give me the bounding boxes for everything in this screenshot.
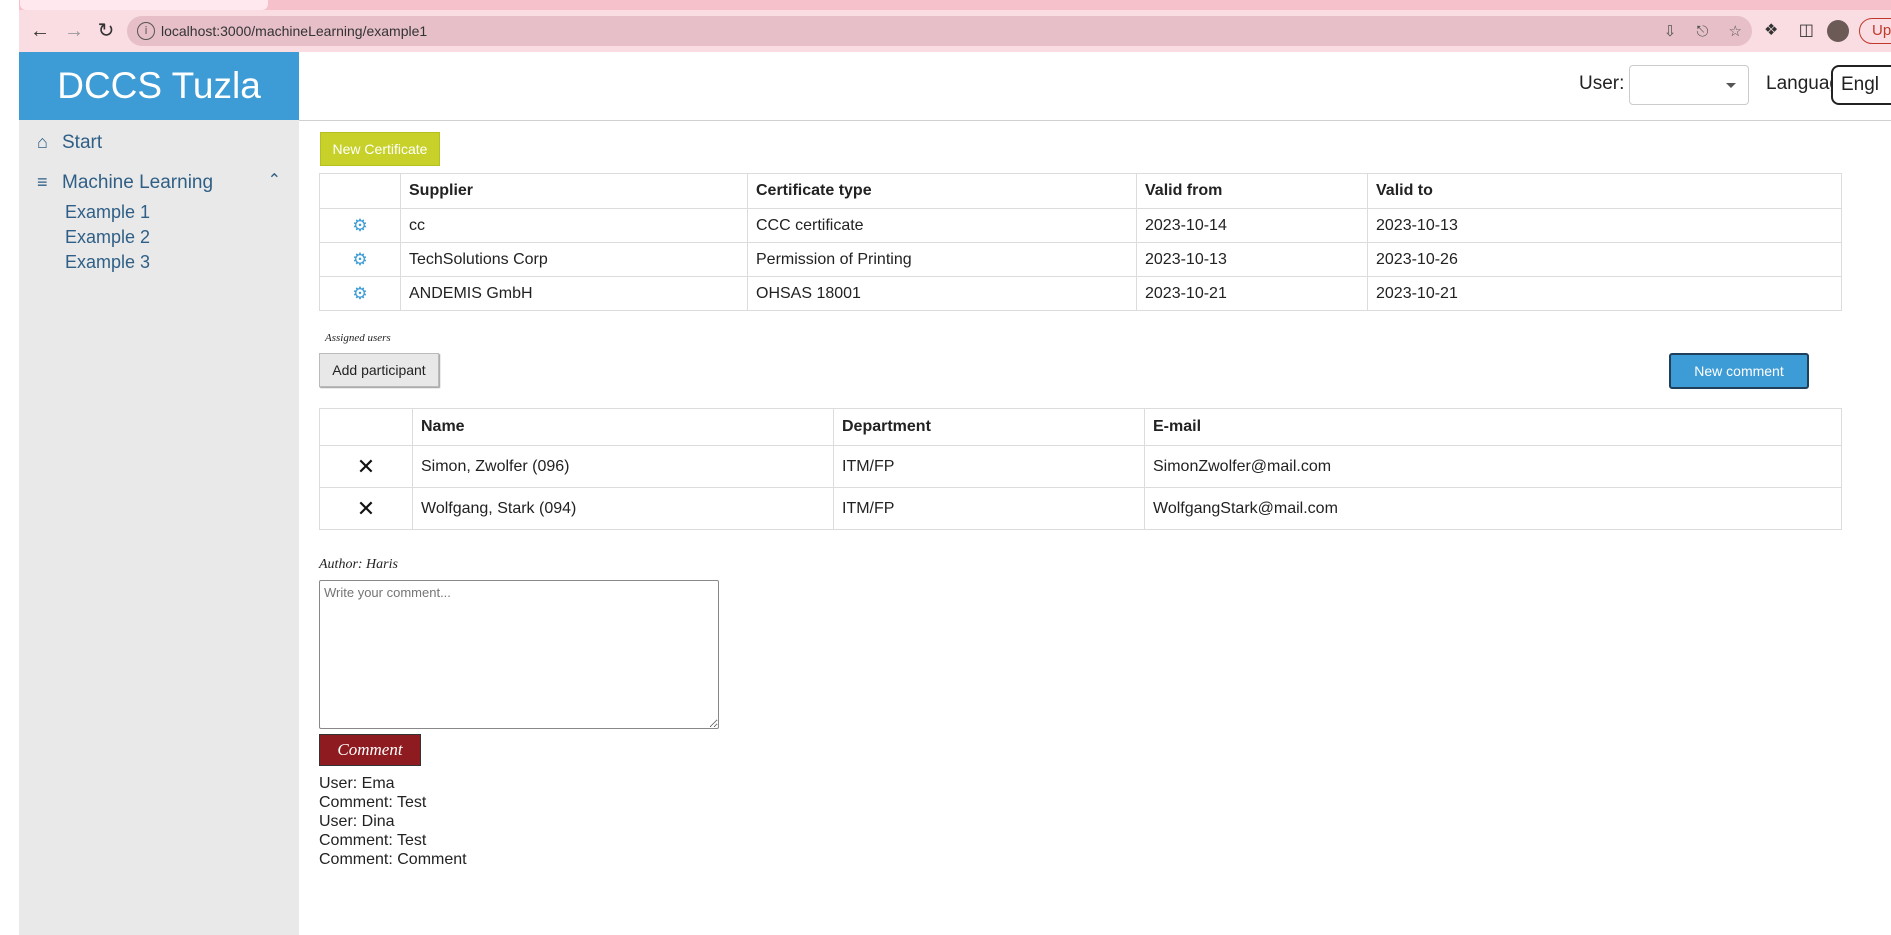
sidebar-item-example-2[interactable]: Example 2 bbox=[19, 225, 299, 250]
column-header: Valid from bbox=[1136, 173, 1368, 209]
assigned-users-label: Assigned users bbox=[325, 332, 391, 344]
valid-to-cell: 2023-10-13 bbox=[1367, 208, 1842, 243]
url-text[interactable]: localhost:3000/machineLearning/example1 bbox=[161, 23, 427, 39]
browser-tabstrip bbox=[0, 0, 1891, 10]
certificate-type-cell: CCC certificate bbox=[747, 208, 1137, 243]
comments-list: User: Ema Comment: Test User: Dina Comme… bbox=[319, 774, 467, 869]
valid-from-cell: 2023-10-21 bbox=[1136, 276, 1368, 311]
valid-to-cell: 2023-10-21 bbox=[1367, 276, 1842, 311]
actions-header bbox=[319, 408, 413, 446]
sidebar-item-label: Start bbox=[62, 132, 103, 153]
table-header-row: Name Department E-mail bbox=[319, 408, 1842, 446]
share-icon[interactable]: ⎋ bbox=[1697, 23, 1709, 40]
info-icon[interactable]: i bbox=[137, 22, 155, 40]
remove-x-icon[interactable]: ✕ bbox=[328, 454, 404, 480]
table-header-row: Supplier Certificate type Valid from Val… bbox=[319, 173, 1842, 209]
comment-textarea[interactable] bbox=[319, 580, 719, 729]
column-header: Supplier bbox=[400, 173, 748, 209]
gear-icon[interactable]: ⚙ bbox=[328, 284, 392, 304]
update-button[interactable]: Updat bbox=[1859, 18, 1891, 44]
sidebar-item-start[interactable]: ⌂ Start bbox=[19, 126, 299, 160]
table-row: ✕ Wolfgang, Stark (094) ITM/FP WolfgangS… bbox=[319, 487, 1842, 530]
email-cell: WolfgangStark@mail.com bbox=[1144, 487, 1842, 530]
user-label: User: bbox=[1579, 73, 1625, 94]
department-cell: ITM/FP bbox=[833, 445, 1145, 488]
comment-line: Comment: Test bbox=[319, 832, 427, 849]
new-certificate-button[interactable]: New Certificate bbox=[320, 132, 440, 166]
participants-table: Name Department E-mail ✕ Simon, Zwolfer … bbox=[319, 408, 1842, 530]
chevron-up-icon[interactable]: ⌃ bbox=[268, 170, 281, 190]
comment-line: Comment: Comment bbox=[319, 851, 467, 868]
column-header: Certificate type bbox=[747, 173, 1137, 209]
sidebar: DCCS Tuzla ⌂ Start ≡ Machine Learning ⌃ … bbox=[19, 52, 299, 935]
sidebar-item-example-3[interactable]: Example 3 bbox=[19, 250, 299, 275]
comment-line: User: Ema bbox=[319, 775, 395, 792]
add-participant-button[interactable]: Add participant bbox=[319, 353, 439, 387]
address-bar[interactable]: i localhost:3000/machineLearning/example… bbox=[127, 16, 1752, 46]
email-cell: SimonZwolfer@mail.com bbox=[1144, 445, 1842, 488]
supplier-cell: cc bbox=[400, 208, 748, 243]
gear-icon[interactable]: ⚙ bbox=[328, 216, 392, 236]
supplier-cell: ANDEMIS GmbH bbox=[400, 276, 748, 311]
bookmark-star-icon[interactable]: ☆ bbox=[1729, 23, 1742, 40]
valid-to-cell: 2023-10-26 bbox=[1367, 242, 1842, 277]
table-row: ✕ Simon, Zwolfer (096) ITM/FP SimonZwolf… bbox=[319, 445, 1842, 488]
install-icon[interactable]: ⇩ bbox=[1664, 23, 1677, 40]
remove-x-icon[interactable]: ✕ bbox=[328, 496, 404, 522]
table-row[interactable]: ⚙ ANDEMIS GmbH OHSAS 18001 2023-10-21 20… bbox=[319, 276, 1842, 311]
comment-author: Author: Haris bbox=[319, 557, 398, 572]
side-panel-icon[interactable]: ◫ bbox=[1799, 22, 1814, 39]
forward-arrow-icon[interactable]: → bbox=[63, 20, 85, 42]
comment-submit-button[interactable]: Comment bbox=[319, 734, 421, 766]
supplier-cell: TechSolutions Corp bbox=[400, 242, 748, 277]
valid-from-cell: 2023-10-13 bbox=[1136, 242, 1368, 277]
department-cell: ITM/FP bbox=[833, 487, 1145, 530]
actions-header bbox=[319, 173, 401, 209]
sidebar-item-example-1[interactable]: Example 1 bbox=[19, 200, 299, 225]
table-row[interactable]: ⚙ cc CCC certificate 2023-10-14 2023-10-… bbox=[319, 208, 1842, 243]
new-comment-button[interactable]: New comment bbox=[1669, 353, 1809, 389]
sidebar-item-label: Machine Learning bbox=[62, 172, 214, 193]
brand-title[interactable]: DCCS Tuzla bbox=[19, 52, 299, 120]
sidebar-item-machine-learning[interactable]: ≡ Machine Learning ⌃ bbox=[19, 166, 299, 200]
caret-down-icon bbox=[1726, 83, 1736, 88]
name-cell: Simon, Zwolfer (096) bbox=[412, 445, 834, 488]
comment-line: User: Dina bbox=[319, 813, 395, 830]
certificate-type-cell: Permission of Printing bbox=[747, 242, 1137, 277]
name-cell: Wolfgang, Stark (094) bbox=[412, 487, 834, 530]
language-select[interactable]: Engl bbox=[1831, 65, 1891, 105]
user-select[interactable] bbox=[1629, 65, 1749, 105]
column-header: E-mail bbox=[1144, 408, 1842, 446]
back-arrow-icon[interactable]: ← bbox=[29, 20, 51, 42]
extensions-puzzle-icon[interactable]: ❖ bbox=[1764, 22, 1778, 39]
column-header: Department bbox=[833, 408, 1145, 446]
profile-avatar[interactable] bbox=[1827, 20, 1849, 42]
reload-icon[interactable]: ↻ bbox=[95, 20, 117, 42]
column-header: Name bbox=[412, 408, 834, 446]
menu-lines-icon: ≡ bbox=[37, 172, 48, 192]
valid-from-cell: 2023-10-14 bbox=[1136, 208, 1368, 243]
certificate-type-cell: OHSAS 18001 bbox=[747, 276, 1137, 311]
top-header: User: Language: Engl bbox=[299, 52, 1891, 121]
home-icon: ⌂ bbox=[37, 132, 48, 152]
browser-tab[interactable] bbox=[20, 0, 268, 10]
window-edge bbox=[0, 0, 19, 935]
browser-toolbar: ← → ↻ i localhost:3000/machineLearning/e… bbox=[19, 10, 1891, 52]
table-row[interactable]: ⚙ TechSolutions Corp Permission of Print… bbox=[319, 242, 1842, 277]
gear-icon[interactable]: ⚙ bbox=[328, 250, 392, 270]
certificates-table: Supplier Certificate type Valid from Val… bbox=[319, 173, 1842, 311]
comment-line: Comment: Test bbox=[319, 794, 427, 811]
column-header: Valid to bbox=[1367, 173, 1842, 209]
